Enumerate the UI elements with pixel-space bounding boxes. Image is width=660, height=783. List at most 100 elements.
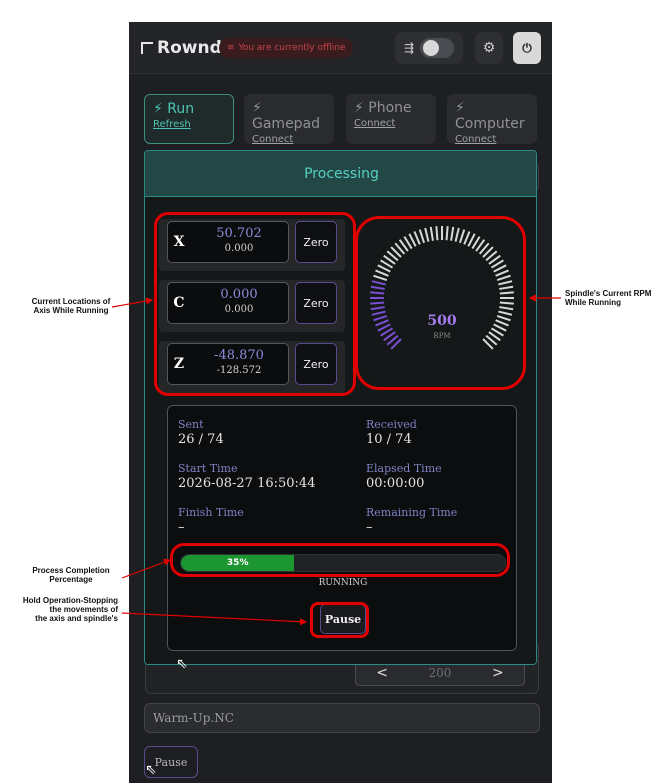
logo-text: Rownd [157,38,222,58]
rpm-value: 500 [427,313,456,329]
rpm-gauge: 500 RPM [370,226,514,350]
axis-offset: 0.000 [224,243,254,254]
tab-gamepad-connect[interactable]: Connect [252,134,326,145]
remaining-time-value: – [366,520,373,535]
tab-computer[interactable]: ⚡ Computer Connect [447,94,537,145]
gauge-tick [499,301,514,305]
power-button[interactable]: ⏻ [513,32,541,64]
settings-button[interactable]: ⚙ [475,32,503,64]
gauge-tick [375,319,389,327]
axis-letter: Z [173,356,185,372]
gauge-tick [496,274,511,282]
gauge-tick [445,226,449,241]
modal-title: Processing [145,151,536,197]
axis-readout-x: X 50.702 0.000 [167,221,289,263]
tab-phone-connect[interactable]: Connect [354,118,428,129]
chevron-right-icon[interactable]: > [492,665,504,681]
axis-row-z: Z -48.870 -128.572 Zero [159,341,345,393]
tab-phone[interactable]: ⚡ Phone Connect [346,94,436,144]
pause-button[interactable]: Pause [320,604,366,634]
logo-mark-icon [141,42,153,54]
axis-readout-c: C 0.000 0.000 [167,282,289,324]
progress-bar-fill: 35% [181,555,295,571]
gauge-tick [370,285,385,290]
axes-annotation: Current Locations of Axis While Running [31,297,111,316]
stepper-value: 200 [428,666,452,680]
tab-run-refresh[interactable]: Refresh [153,119,225,130]
remaining-time-label: Remaining Time [366,506,458,519]
gauge-tick [413,231,421,245]
gauge-tick [371,310,386,316]
progress-bar: 35% [180,554,506,572]
axis-position: 0.000 [220,287,258,302]
tab-gamepad[interactable]: ⚡ Gamepad Connect [244,94,334,145]
mode-toggle[interactable] [420,38,455,58]
axis-offset: 0.000 [224,304,254,315]
tab-computer-connect[interactable]: Connect [455,134,529,145]
page: Rownd ≋ You are currently offline ⇶ ⚙ ⏻ … [0,0,660,783]
gauge-tick [496,314,511,322]
gauge-tick [435,226,439,241]
chevron-left-icon[interactable]: < [376,665,388,681]
tab-run-title: ⚡ Run [153,101,195,117]
job-status: RUNNING [318,578,368,588]
wifi-off-icon: ≋ [227,43,235,53]
gear-icon: ⚙ [482,40,496,56]
mode-toggle-group: ⇶ [395,32,463,64]
elapsed-time-value: 00:00:00 [366,476,425,491]
offline-badge: ≋ You are currently offline [219,38,354,58]
sent-label: Sent [178,418,204,431]
tab-gamepad-title: ⚡ Gamepad [252,100,321,132]
progress-annotation: Process Completion Percentage [32,566,110,585]
gauge-tick [424,227,430,242]
processing-modal: Processing X 50.702 0.000 Zero C 0.000 0… [144,150,537,665]
tab-run[interactable]: ⚡ Run Refresh [144,94,234,144]
tab-computer-title: ⚡ Computer [455,100,525,132]
gauge-tick [463,231,471,245]
gauge-tick [450,226,455,241]
zero-x-button[interactable]: Zero [295,221,337,263]
axis-position: 50.702 [216,226,262,241]
axis-letter: X [173,234,185,250]
modal-body: X 50.702 0.000 Zero C 0.000 0.000 Zero Z… [145,197,536,664]
job-info-panel: Sent 26 / 74 Received 10 / 74 Start Time… [167,405,517,651]
axis-offset: -128.572 [216,365,262,376]
tab-phone-title: ⚡ Phone [354,100,412,116]
file-name-field[interactable]: Warm-Up.NC [144,703,540,733]
mouse-cursor-icon: ⇖ [176,656,188,672]
finish-time-label: Finish Time [178,506,244,519]
gauge-tick [499,285,514,290]
received-value: 10 / 74 [366,432,412,447]
top-bar: Rownd ≋ You are currently offline ⇶ ⚙ ⏻ [129,22,552,74]
logo: Rownd [141,38,222,58]
gauge-tick [418,229,426,244]
gauge-tick [499,306,514,311]
gauge-tick [373,274,388,282]
hold-annotation: Hold Operation-Stopping the movements of… [22,596,118,624]
offline-text: You are currently offline [238,43,346,53]
zero-c-button[interactable]: Zero [295,282,337,324]
axis-readout-z: Z -48.870 -128.572 [167,343,289,385]
rpm-annotation: Spindle's Current RPM While Running [565,289,652,308]
mouse-cursor-icon: ⇖ [145,762,157,778]
sent-value: 26 / 74 [178,432,224,447]
axis-row-x: X 50.702 0.000 Zero [159,219,345,271]
gauge-tick [429,226,434,241]
zero-z-button[interactable]: Zero [295,343,337,385]
gauge-tick [498,280,513,286]
gauge-tick [375,269,389,277]
gauge-tick [454,227,460,242]
axis-row-c: C 0.000 0.000 Zero [159,280,345,332]
gauge-tick [495,269,509,277]
received-label: Received [366,418,417,431]
gauge-tick [370,306,385,311]
start-time-label: Start Time [178,462,238,475]
gauge-tick [499,291,514,295]
fan-icon: ⇶ [403,41,415,55]
gauge-tick [371,280,386,286]
start-time-value: 2026-08-27 16:50:44 [178,476,316,491]
gauge-ticks [370,226,514,350]
axis-position: -48.870 [214,348,264,363]
power-icon: ⏻ [522,40,532,55]
axis-letter: C [173,295,185,311]
